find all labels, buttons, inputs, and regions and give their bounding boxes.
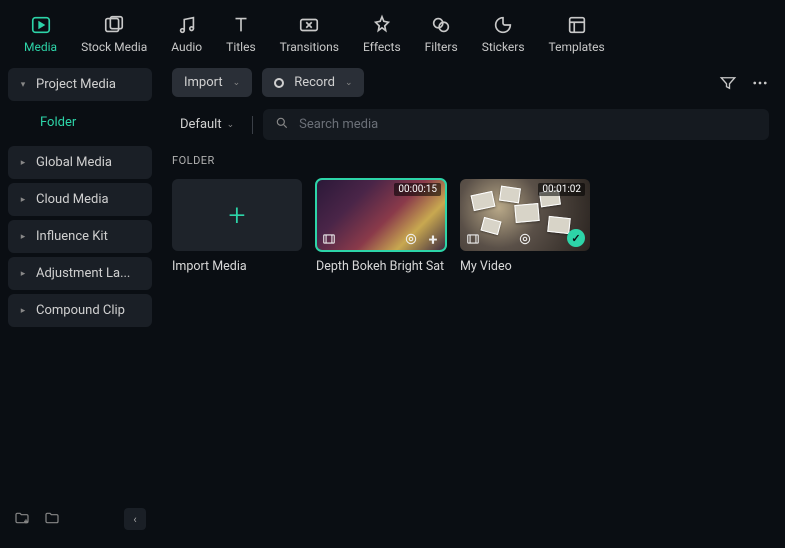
tile-label: Import Media <box>172 259 302 274</box>
check-icon: ✓ <box>567 229 585 247</box>
sort-label: Default <box>180 117 222 132</box>
nav-transitions[interactable]: Transitions <box>280 14 339 54</box>
content-toolbar: Import ⌄ Record ⌄ <box>172 68 769 97</box>
stickers-icon <box>492 14 514 36</box>
tile-clip: 00:00:15 + Depth Bokeh Bright Sat <box>316 179 446 274</box>
nav-stickers[interactable]: Stickers <box>482 14 525 54</box>
content-area: Import ⌄ Record ⌄ Default ⌄ <box>160 62 785 544</box>
tile-label: Depth Bokeh Bright Sat <box>316 259 446 274</box>
chevron-down-icon: ⌄ <box>233 78 241 88</box>
sidebar-item-global-media[interactable]: ▸ Global Media <box>8 146 152 179</box>
record-button[interactable]: Record ⌄ <box>262 68 364 97</box>
nav-label: Stickers <box>482 40 525 54</box>
preview-icon[interactable] <box>403 231 419 247</box>
sidebar-label: Cloud Media <box>36 192 109 207</box>
filter-icon[interactable] <box>719 74 737 92</box>
chevron-right-icon: ▸ <box>18 306 28 316</box>
sort-dropdown[interactable]: Default ⌄ <box>172 112 242 137</box>
nav-label: Effects <box>363 40 401 54</box>
nav-effects[interactable]: Effects <box>363 14 401 54</box>
divider <box>252 116 253 134</box>
import-media-tile[interactable]: + <box>172 179 302 251</box>
chevron-right-icon: ▸ <box>18 269 28 279</box>
nav-audio[interactable]: Audio <box>171 14 202 54</box>
search-wrap <box>263 109 769 140</box>
chevron-right-icon: ▸ <box>18 232 28 242</box>
import-button[interactable]: Import ⌄ <box>172 68 252 97</box>
effects-icon <box>371 14 393 36</box>
sidebar: ▾ Project Media Folder ▸ Global Media ▸ … <box>0 62 160 544</box>
sidebar-label: Project Media <box>36 77 116 92</box>
thumb-overlay: + <box>321 231 441 247</box>
sidebar-item-project-media[interactable]: ▾ Project Media <box>8 68 152 101</box>
sidebar-bottom: ‹ <box>8 500 152 538</box>
nav-label: Media <box>24 40 57 54</box>
chevron-down-icon: ⌄ <box>345 78 353 88</box>
add-folder-icon[interactable] <box>14 510 32 528</box>
sidebar-label: Global Media <box>36 155 112 170</box>
sidebar-item-compound-clip[interactable]: ▸ Compound Clip <box>8 294 152 327</box>
search-icon <box>275 115 289 134</box>
nav-label: Transitions <box>280 40 339 54</box>
nav-media[interactable]: Media <box>24 14 57 54</box>
search-row: Default ⌄ <box>172 109 769 140</box>
duration-badge: 00:00:15 <box>394 183 441 196</box>
collapse-sidebar-button[interactable]: ‹ <box>124 508 146 530</box>
sidebar-label: Compound Clip <box>36 303 125 318</box>
clip-type-icon <box>465 231 481 247</box>
chevron-down-icon: ⌄ <box>227 120 235 130</box>
nav-titles[interactable]: Titles <box>226 14 255 54</box>
nav-label: Stock Media <box>81 40 147 54</box>
chevron-right-icon: ▸ <box>18 158 28 168</box>
duration-badge: 00:01:02 <box>538 183 585 196</box>
nav-stock-media[interactable]: Stock Media <box>81 14 147 54</box>
sidebar-label: Influence Kit <box>36 229 108 244</box>
search-input[interactable] <box>299 117 757 132</box>
clip-type-icon <box>321 231 337 247</box>
nav-label: Templates <box>549 40 605 54</box>
media-grid: + Import Media 00:00:15 + Depth Bokeh Br… <box>172 179 769 274</box>
chevron-right-icon: ▸ <box>18 195 28 205</box>
more-icon[interactable] <box>751 74 769 92</box>
media-icon <box>30 14 52 36</box>
audio-icon <box>176 14 198 36</box>
tile-clip: 00:01:02 ✓ My Video <box>460 179 590 274</box>
plus-icon: + <box>229 198 246 233</box>
nav-label: Filters <box>425 40 458 54</box>
chevron-down-icon: ▾ <box>18 80 28 90</box>
sidebar-item-influence-kit[interactable]: ▸ Influence Kit <box>8 220 152 253</box>
nav-label: Audio <box>171 40 202 54</box>
titles-icon <box>230 14 252 36</box>
section-label: FOLDER <box>172 154 769 167</box>
top-navigation: Media Stock Media Audio Titles Transitio… <box>0 0 785 62</box>
tile-label: My Video <box>460 259 590 274</box>
nav-label: Titles <box>226 40 255 54</box>
sidebar-sub-folder[interactable]: Folder <box>8 105 152 140</box>
sidebar-item-adjustment-layer[interactable]: ▸ Adjustment La... <box>8 257 152 290</box>
import-label: Import <box>184 75 223 90</box>
templates-icon <box>566 14 588 36</box>
sidebar-label: Adjustment La... <box>36 266 130 281</box>
nav-filters[interactable]: Filters <box>425 14 458 54</box>
stock-media-icon <box>103 14 125 36</box>
sidebar-item-cloud-media[interactable]: ▸ Cloud Media <box>8 183 152 216</box>
tile-import: + Import Media <box>172 179 302 274</box>
record-icon <box>274 78 284 88</box>
record-label: Record <box>294 75 335 90</box>
add-icon[interactable]: + <box>425 231 441 247</box>
transitions-icon <box>298 14 320 36</box>
media-clip-thumbnail[interactable]: 00:01:02 ✓ <box>460 179 590 251</box>
filters-icon <box>430 14 452 36</box>
media-clip-thumbnail[interactable]: 00:00:15 + <box>316 179 446 251</box>
folder-icon[interactable] <box>44 510 62 528</box>
nav-templates[interactable]: Templates <box>549 14 605 54</box>
preview-icon[interactable] <box>517 231 533 247</box>
